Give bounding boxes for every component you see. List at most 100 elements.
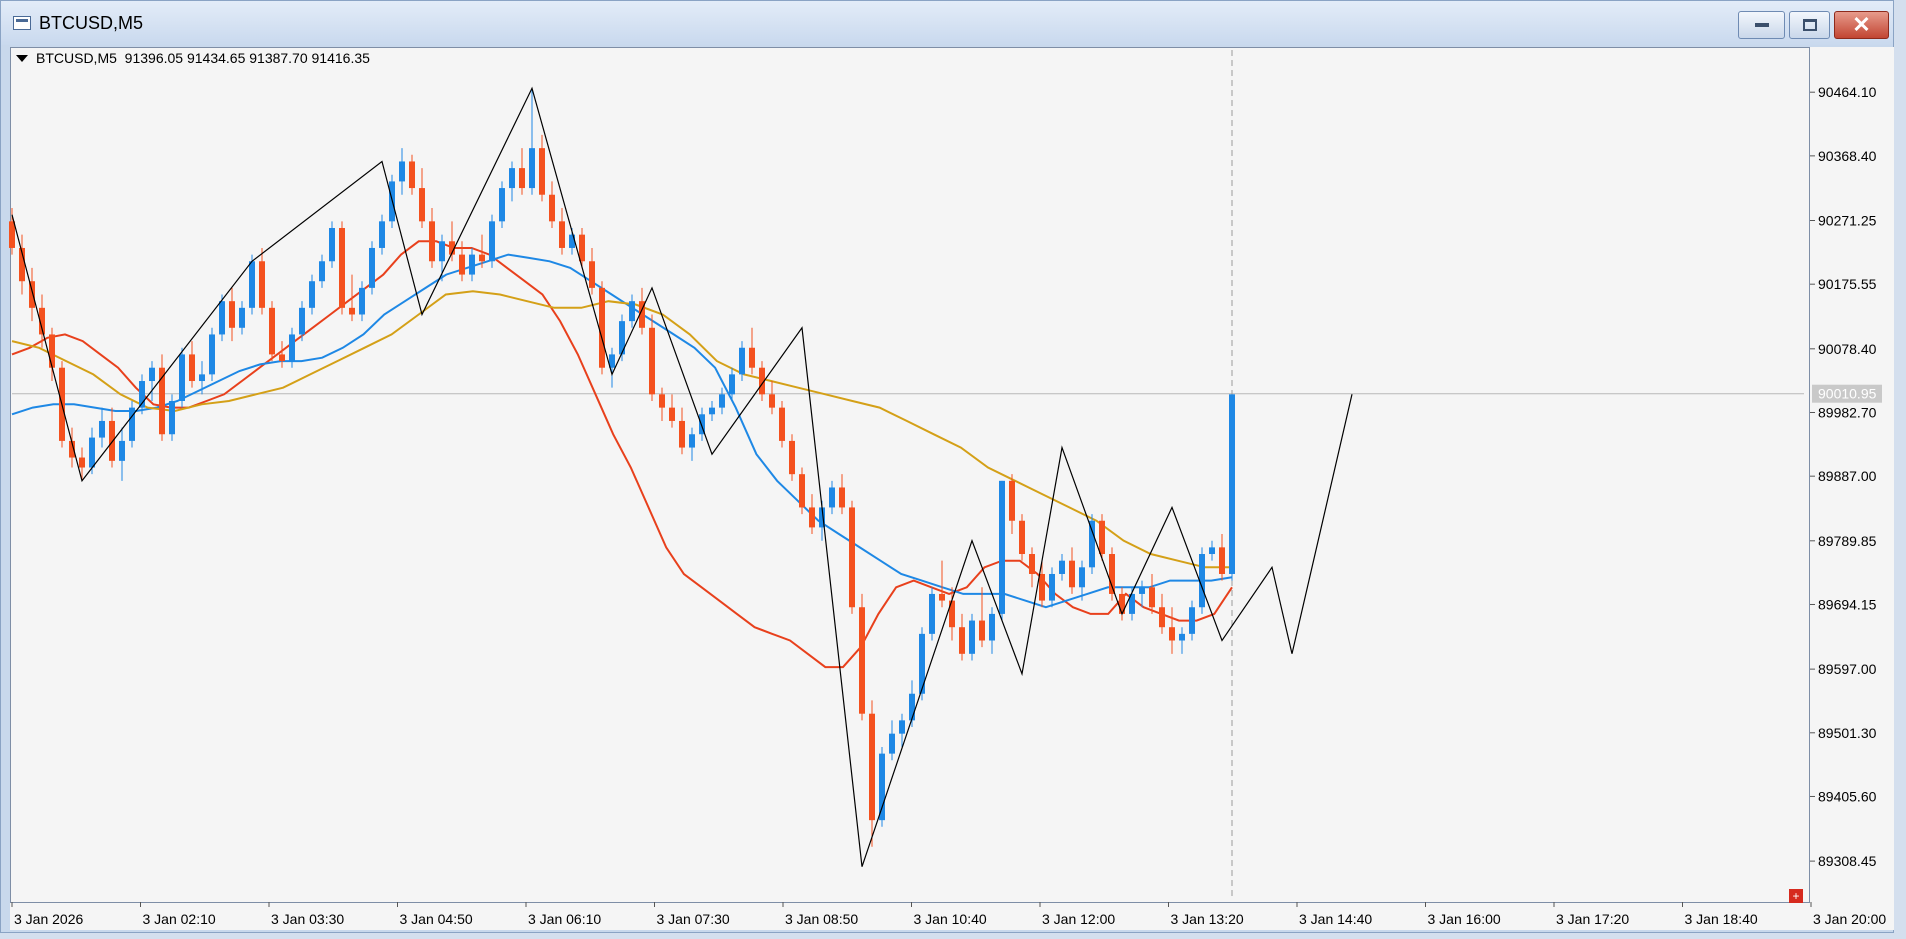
candle-body	[189, 354, 195, 382]
candle-body	[1149, 587, 1155, 608]
candle-body	[909, 693, 915, 721]
candle-body	[299, 307, 305, 335]
caret-down-icon[interactable]	[16, 54, 28, 62]
candle-body	[599, 287, 605, 368]
time-tick-label: 3 Jan 16:00	[1428, 911, 1501, 927]
price-tick-label: 89694.15	[1818, 596, 1877, 612]
candle-body	[379, 221, 385, 248]
moving-average-line-1	[11, 253, 1233, 609]
candle-body	[329, 227, 335, 262]
time-tick-label: 3 Jan 20:00	[1813, 911, 1886, 927]
candle-body	[669, 407, 675, 421]
symbol-info-text: BTCUSD,M5 91396.05 91434.65 91387.70 914…	[36, 50, 370, 66]
candle-body	[79, 457, 85, 468]
candle-body	[349, 307, 355, 315]
time-tick-label: 3 Jan 14:40	[1299, 911, 1372, 927]
current-price-label: 90010.95	[1818, 386, 1877, 402]
time-tick-label: 3 Jan 12:00	[1042, 911, 1115, 927]
candle-body	[1089, 520, 1095, 568]
candle-body	[89, 437, 95, 468]
candle-body	[489, 221, 495, 262]
candle-body	[859, 607, 865, 714]
candle-body	[649, 327, 655, 395]
candle-body	[769, 394, 775, 408]
candle-body	[319, 261, 325, 282]
candle-body	[459, 254, 465, 275]
candle-body	[999, 480, 1005, 614]
candle-body	[959, 627, 965, 654]
candle-body	[1039, 573, 1045, 601]
candle-body	[249, 261, 255, 308]
candle-body	[1209, 547, 1215, 555]
candle-body	[589, 261, 595, 288]
candle-body	[269, 307, 275, 355]
price-tick-label: 89597.00	[1818, 661, 1877, 677]
candle-body	[989, 613, 995, 641]
candle-body	[849, 507, 855, 608]
symbol-info[interactable]: BTCUSD,M5 91396.05 91434.65 91387.70 914…	[16, 50, 370, 66]
candle-body	[979, 620, 985, 641]
candle-body	[409, 161, 415, 189]
candle-body	[739, 347, 745, 375]
candle-body	[99, 420, 105, 438]
candle-body	[1099, 520, 1105, 555]
candle-body	[729, 374, 735, 395]
candle-body	[749, 347, 755, 368]
candle-body	[629, 301, 635, 322]
candle-body	[179, 354, 185, 401]
candle-body	[1219, 547, 1225, 574]
candle-body	[1179, 633, 1185, 641]
candle-body	[1159, 607, 1165, 628]
zigzag-indicator	[11, 86, 1353, 867]
candle-body	[969, 620, 975, 654]
candle-body	[509, 168, 515, 189]
candle-body	[519, 168, 525, 189]
candle-body	[789, 440, 795, 475]
price-tick-label: 89501.30	[1818, 725, 1877, 741]
candle-body	[1019, 520, 1025, 555]
price-tick-label: 90175.55	[1818, 276, 1877, 292]
candle-body	[779, 407, 785, 441]
candle-body	[929, 593, 935, 634]
candle-body	[209, 334, 215, 375]
candle-body	[1049, 573, 1055, 601]
candle-body	[29, 281, 35, 308]
candle-body	[719, 394, 725, 408]
candle-body	[149, 367, 155, 382]
time-tick-label: 3 Jan 03:30	[271, 911, 344, 927]
candle-body	[1009, 480, 1015, 521]
candle-body	[1079, 567, 1085, 588]
price-tick-label: 89887.00	[1818, 468, 1877, 484]
candle-body	[939, 593, 945, 601]
candle-body	[1139, 587, 1145, 594]
candle-body	[579, 234, 585, 262]
time-tick-label: 3 Jan 17:20	[1556, 911, 1629, 927]
time-tick-label: 3 Jan 02:10	[143, 911, 216, 927]
candle-body	[219, 301, 225, 335]
candle-body	[549, 194, 555, 222]
candle-body	[199, 374, 205, 382]
price-tick-label: 90368.40	[1818, 148, 1877, 164]
candle-body	[119, 440, 125, 461]
candle-body	[679, 420, 685, 448]
time-tick-label: 3 Jan 08:50	[785, 911, 858, 927]
candlestick-chart: 90464.10 90368.40 90271.25 90175.55 90078.40…	[9, 50, 1886, 927]
one-click-trading-icon[interactable]: +	[1789, 889, 1803, 903]
candle-body	[529, 148, 535, 189]
price-tick-label: 90464.10	[1818, 84, 1877, 100]
candle-body	[339, 227, 345, 308]
candle-body	[239, 307, 245, 328]
candle-body	[229, 301, 235, 328]
candle-body	[279, 354, 285, 362]
candle-body	[259, 261, 265, 308]
candle-body	[919, 633, 925, 694]
price-tick-label: 89405.60	[1818, 788, 1877, 804]
time-tick-label: 3 Jan 06:10	[528, 911, 601, 927]
candle-body	[829, 487, 835, 508]
candle-body	[889, 733, 895, 754]
price-tick-label: 90271.25	[1818, 213, 1877, 229]
time-tick-label: 3 Jan 18:40	[1685, 911, 1758, 927]
time-tick-label: 3 Jan 07:30	[657, 911, 730, 927]
time-tick-label: 3 Jan 13:20	[1171, 911, 1244, 927]
candle-body	[869, 713, 875, 821]
